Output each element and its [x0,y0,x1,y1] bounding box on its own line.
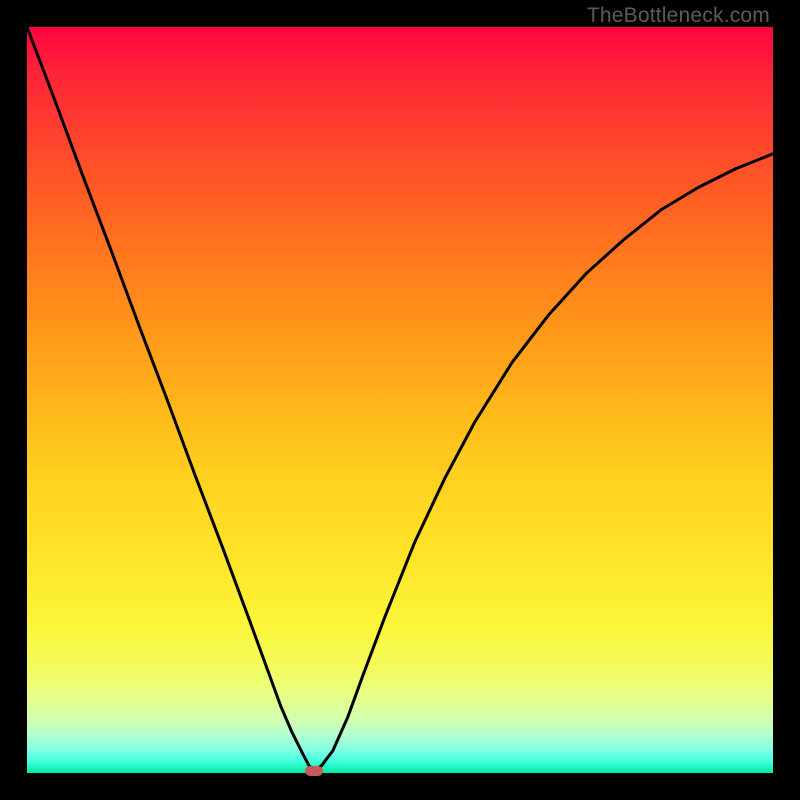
chart-plot-area [27,27,773,773]
watermark-label: TheBottleneck.com [587,4,770,28]
chart-frame: TheBottleneck.com [0,0,800,800]
optimal-marker [305,766,323,776]
